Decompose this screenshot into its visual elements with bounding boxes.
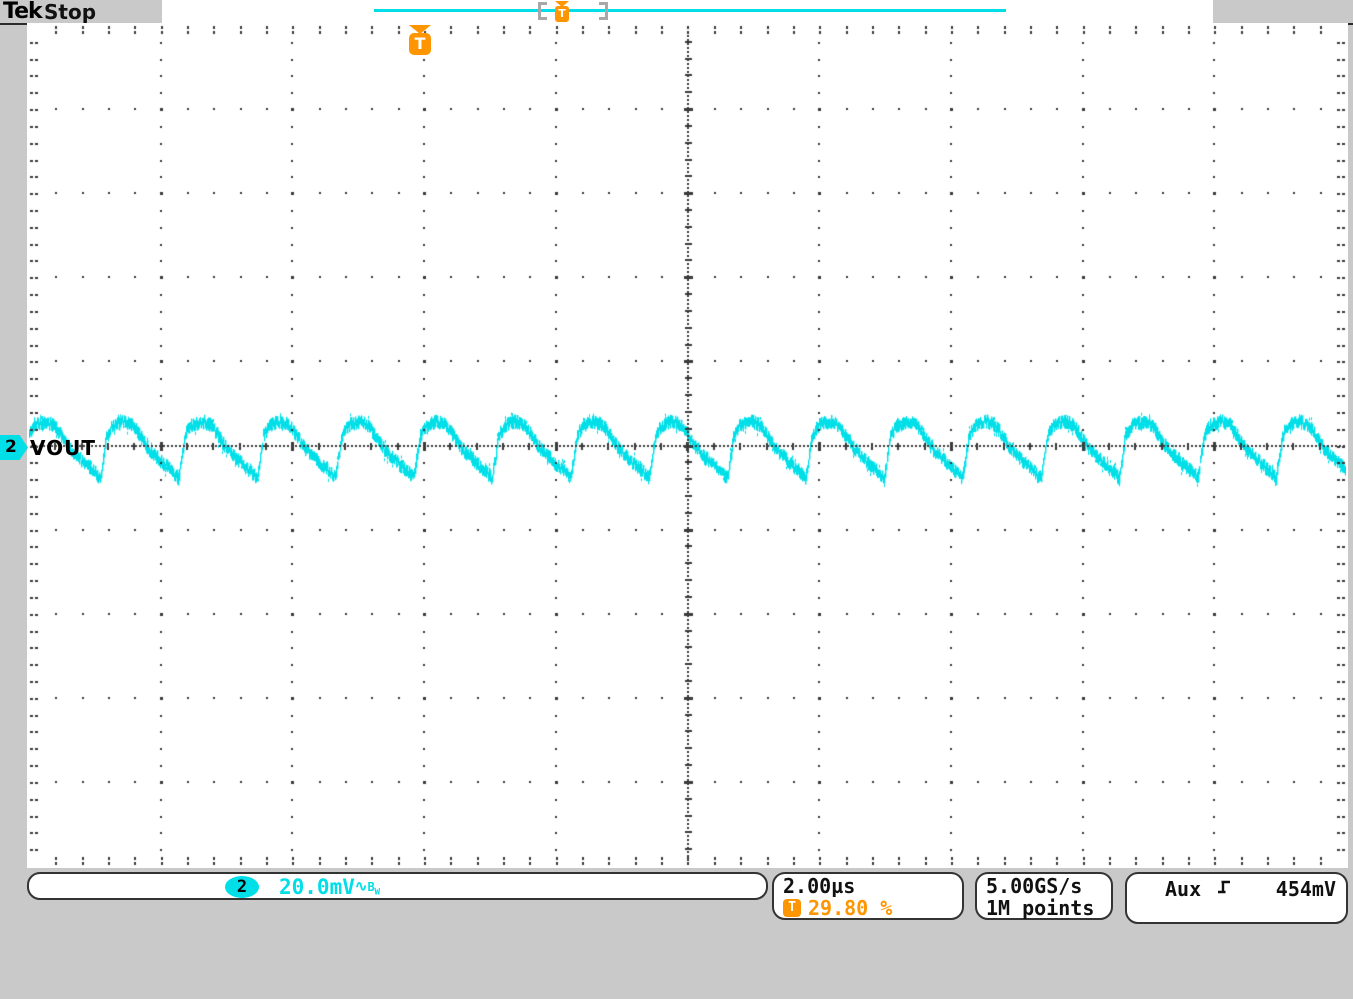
channel-2-ground-marker[interactable]: 2	[0, 435, 28, 460]
trigger-position-marker-icon[interactable]: T	[409, 25, 431, 57]
rising-edge-icon	[1217, 878, 1233, 900]
trigger-position-value: 29.80 %	[808, 896, 892, 920]
trigger-source-value: Aux	[1165, 877, 1201, 901]
timebase-scale-readout: 2.00µs	[783, 875, 953, 897]
window-bracket-left-icon[interactable]	[538, 2, 547, 20]
trigger-position-readout: T 29.80 %	[783, 897, 953, 919]
trigger-source-row: Aux 454mV	[1137, 877, 1336, 901]
channel-2-badge: 2	[225, 876, 259, 898]
top-status-bar: Tek Stop T	[0, 0, 1353, 23]
acquisition-readout-box[interactable]: 5.00GS/s 1M points	[975, 872, 1113, 920]
record-trace-line	[374, 9, 1006, 12]
channel-2-scale-readout: 20.0mV∿BW	[279, 874, 380, 898]
trigger-position-shield-icon: T	[409, 33, 431, 55]
timebase-readout-box[interactable]: 2.00µs T 29.80 %	[772, 872, 964, 920]
trigger-t-icon: T	[783, 899, 801, 917]
sample-rate-readout: 5.00GS/s	[986, 875, 1102, 897]
channel-2-label: VOUT	[30, 436, 96, 460]
record-trigger-shield-icon: T	[555, 6, 569, 22]
channel-readout-box[interactable]: 2 20.0mV∿BW	[27, 872, 768, 900]
record-trigger-marker-icon[interactable]: T	[554, 0, 570, 23]
trigger-level-value: 454mV	[1276, 877, 1336, 901]
record-view[interactable]: T	[162, 0, 1213, 23]
record-length-readout: 1M points	[986, 897, 1102, 919]
ac-coupling-icon: ∿	[355, 877, 368, 895]
tek-logo: Tek	[3, 0, 42, 24]
oscilloscope-screen: Tek Stop T T 2 VOUT 2 20.0mV∿BW 2.00µs T	[0, 0, 1353, 999]
acquisition-state: Stop	[44, 0, 96, 24]
vertical-scale-value: 20.0mV	[279, 875, 355, 899]
waveform-display	[29, 25, 1346, 866]
bandwidth-limit-icon: BW	[367, 880, 380, 894]
trigger-readout-box[interactable]: Aux 454mV	[1125, 872, 1348, 924]
window-bracket-right-icon[interactable]	[599, 2, 608, 20]
